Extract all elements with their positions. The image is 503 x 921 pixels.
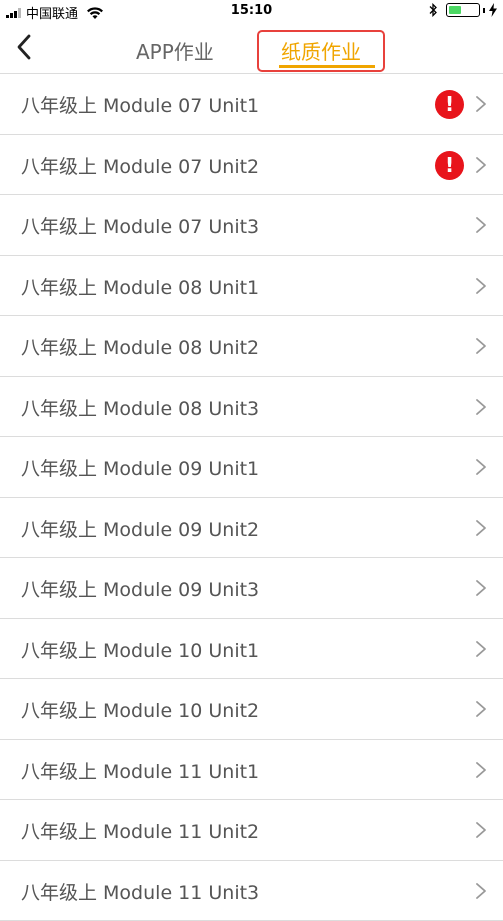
homework-list: 八年级上 Module 07 Unit1!八年级上 Module 07 Unit… — [0, 74, 503, 921]
list-item-title: 八年级上 Module 10 Unit1 — [21, 636, 259, 663]
list-item-title: 八年级上 Module 07 Unit2 — [21, 152, 259, 179]
chevron-right-icon — [475, 398, 487, 416]
list-item-title: 八年级上 Module 07 Unit3 — [21, 212, 259, 239]
list-item[interactable]: 八年级上 Module 08 Unit2 — [0, 316, 503, 377]
battery-level — [449, 6, 461, 14]
list-item-title: 八年级上 Module 09 Unit3 — [21, 575, 259, 602]
chevron-right-icon — [475, 700, 487, 718]
chevron-right-icon — [475, 882, 487, 900]
list-item-title: 八年级上 Module 08 Unit2 — [21, 333, 259, 360]
list-item-title: 八年级上 Module 09 Unit2 — [21, 515, 259, 542]
chevron-right-icon — [475, 640, 487, 658]
active-tab-indicator — [279, 65, 375, 68]
list-item[interactable]: 八年级上 Module 07 Unit3 — [0, 195, 503, 256]
list-item-title: 八年级上 Module 08 Unit3 — [21, 394, 259, 421]
list-item-title: 八年级上 Module 10 Unit2 — [21, 696, 259, 723]
list-item-title: 八年级上 Module 08 Unit1 — [21, 273, 259, 300]
bluetooth-icon — [428, 3, 438, 17]
status-right — [428, 3, 497, 17]
nav-bar: APP作业 纸质作业 — [0, 22, 503, 74]
list-item[interactable]: 八年级上 Module 10 Unit2 — [0, 679, 503, 740]
list-item[interactable]: 八年级上 Module 09 Unit2 — [0, 498, 503, 559]
list-item-title: 八年级上 Module 11 Unit1 — [21, 757, 259, 784]
list-item[interactable]: 八年级上 Module 10 Unit1 — [0, 619, 503, 680]
chevron-right-icon — [475, 277, 487, 295]
alert-icon: ! — [435, 90, 464, 119]
alert-icon: ! — [435, 151, 464, 180]
chevron-right-icon — [475, 761, 487, 779]
tab-app-homework[interactable]: APP作业 — [136, 36, 214, 65]
status-bar: 中国联通 15:10 — [0, 0, 503, 22]
battery-icon — [446, 3, 480, 17]
list-item-title: 八年级上 Module 11 Unit3 — [21, 878, 259, 905]
list-item[interactable]: 八年级上 Module 08 Unit1 — [0, 256, 503, 317]
back-button[interactable] — [10, 32, 38, 62]
chevron-right-icon — [475, 156, 487, 174]
chevron-right-icon — [475, 458, 487, 476]
list-item[interactable]: 八年级上 Module 11 Unit3 — [0, 861, 503, 921]
list-item[interactable]: 八年级上 Module 09 Unit3 — [0, 558, 503, 619]
chevron-right-icon — [475, 519, 487, 537]
battery-nub — [483, 8, 485, 13]
chevron-right-icon — [475, 337, 487, 355]
list-item[interactable]: 八年级上 Module 07 Unit1! — [0, 74, 503, 135]
charging-icon — [489, 3, 497, 17]
tab-paper-homework[interactable]: 纸质作业 — [281, 36, 361, 65]
list-item[interactable]: 八年级上 Module 08 Unit3 — [0, 377, 503, 438]
chevron-right-icon — [475, 821, 487, 839]
chevron-left-icon — [16, 34, 32, 60]
chevron-right-icon — [475, 95, 487, 113]
list-item[interactable]: 八年级上 Module 07 Unit2! — [0, 135, 503, 196]
list-item-title: 八年级上 Module 11 Unit2 — [21, 817, 259, 844]
list-item[interactable]: 八年级上 Module 09 Unit1 — [0, 437, 503, 498]
list-item[interactable]: 八年级上 Module 11 Unit2 — [0, 800, 503, 861]
chevron-right-icon — [475, 579, 487, 597]
chevron-right-icon — [475, 216, 487, 234]
list-item-title: 八年级上 Module 09 Unit1 — [21, 454, 259, 481]
list-item[interactable]: 八年级上 Module 11 Unit1 — [0, 740, 503, 801]
list-item-title: 八年级上 Module 07 Unit1 — [21, 91, 259, 118]
